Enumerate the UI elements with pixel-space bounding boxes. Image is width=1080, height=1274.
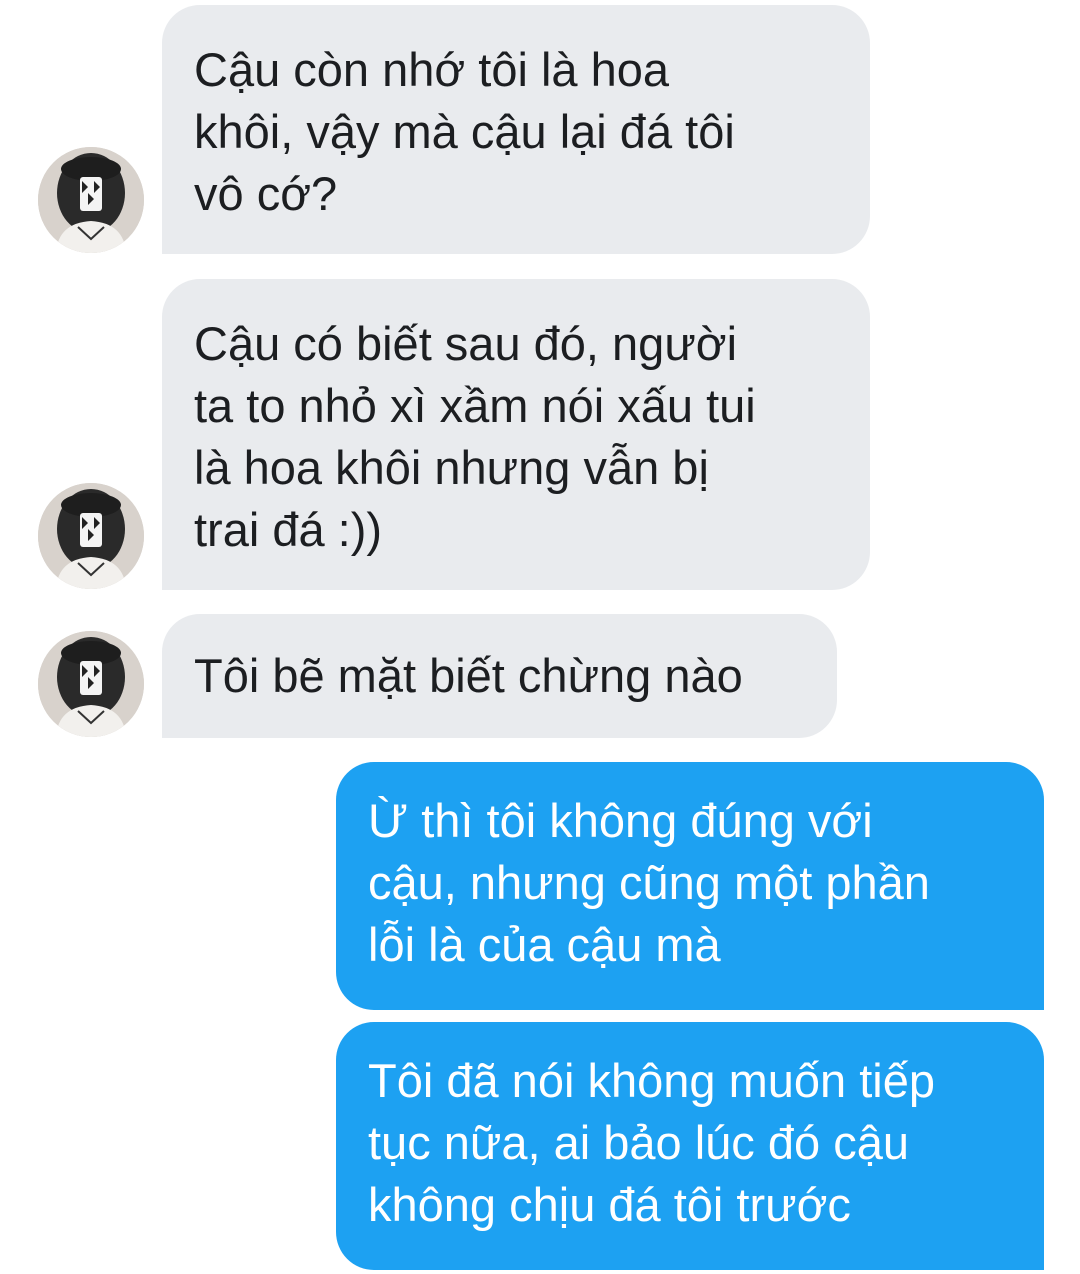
message-thread: Cậu còn nhớ tôi là hoa khôi, vậy mà cậu …	[0, 0, 1080, 1274]
sender-avatar[interactable]	[38, 147, 144, 253]
incoming-message-bubble[interactable]: Cậu còn nhớ tôi là hoa khôi, vậy mà cậu …	[162, 5, 870, 254]
sender-avatar[interactable]	[38, 631, 144, 737]
user-avatar-icon	[38, 631, 144, 737]
user-avatar-icon	[38, 483, 144, 589]
incoming-message-bubble[interactable]: Cậu có biết sau đó, người ta to nhỏ xì x…	[162, 279, 870, 590]
sender-avatar[interactable]	[38, 483, 144, 589]
outgoing-message-bubble[interactable]: Tôi đã nói không muốn tiếp tục nữa, ai b…	[336, 1022, 1044, 1270]
outgoing-message-bubble[interactable]: Ừ thì tôi không đúng với cậu, nhưng cũng…	[336, 762, 1044, 1010]
incoming-message-bubble[interactable]: Tôi bẽ mặt biết chừng nào	[162, 614, 837, 738]
user-avatar-icon	[38, 147, 144, 253]
